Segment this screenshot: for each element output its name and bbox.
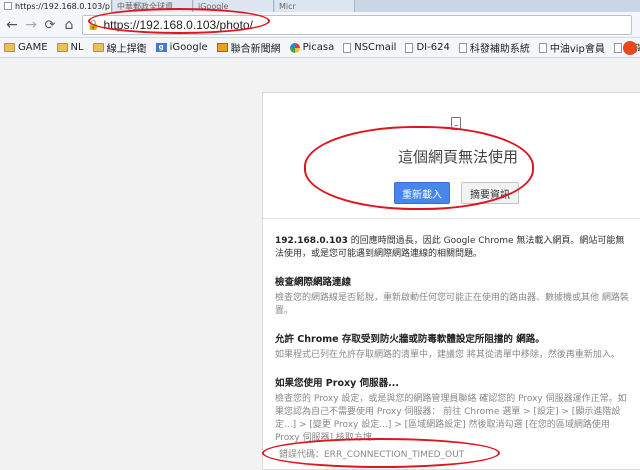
- error-code: 錯誤代碼：ERR_CONNECTION_TIMED_OUT: [279, 450, 465, 460]
- page-icon: [405, 42, 414, 53]
- bookmark-item[interactable]: g iGoogle: [155, 42, 208, 53]
- error-details: 192.168.0.103 的回應時間過長，因此 Google Chrome 無…: [275, 235, 633, 460]
- extension-icon[interactable]: [623, 41, 637, 55]
- bookmark-item[interactable]: NSCmail: [343, 42, 396, 53]
- tab-title: iGoogle: [198, 1, 229, 11]
- error-card: 這個網頁無法使用 重新載入 摘要資訊 192.168.0.103 的回應時間過長…: [262, 92, 640, 470]
- bookmark-item[interactable]: Picasa: [289, 42, 334, 53]
- address-bar[interactable]: 🔒 https://192.168.0.103/photo/: [82, 15, 632, 35]
- page-icon: [458, 42, 467, 53]
- bookmark-item[interactable]: 聯合新聞網: [216, 40, 281, 55]
- picasa-icon: [289, 42, 300, 53]
- page-icon: [343, 42, 352, 53]
- page-icon: [613, 42, 622, 53]
- bookmarks-bar: GAME NL 線上捍衛 g iGoogle 聯合新聞網 Picasa NSCma…: [0, 38, 640, 58]
- folder-icon: [4, 43, 15, 52]
- bookmark-item[interactable]: 線上捍衛: [92, 40, 147, 55]
- back-arrow-icon[interactable]: ←: [4, 16, 20, 34]
- bookmark-item[interactable]: GAME: [4, 42, 48, 53]
- reload-icon[interactable]: ⟳: [42, 16, 58, 34]
- bookmark-item[interactable]: DI-624: [405, 42, 450, 53]
- news-icon: [216, 43, 228, 52]
- browser-toolbar: ← → ⟳ ⌂ 🔒 https://192.168.0.103/photo/: [0, 12, 640, 38]
- tab-background[interactable]: iGoogle: [194, 0, 274, 12]
- page-icon: [538, 42, 547, 53]
- page-favicon-icon: [4, 2, 12, 10]
- tab-strip: https://192.168.0.103/p × 中華郵政全球資 iGoogl…: [0, 0, 640, 12]
- suggestion-text: 如果程式已列在允許存取網路的清單中，建議您 將其從清單中移除，然後再重新加入。: [275, 350, 620, 360]
- bookmark-item[interactable]: 科發補助系統: [458, 40, 530, 55]
- tab-background[interactable]: Micr: [275, 0, 355, 12]
- bookmark-item[interactable]: NL: [56, 42, 84, 53]
- tab-title: 中華郵政全球資: [117, 1, 173, 11]
- error-summary: 192.168.0.103 的回應時間過長，因此 Google Chrome 無…: [275, 236, 625, 259]
- details-button[interactable]: 摘要資訊: [461, 182, 519, 204]
- bookmark-item[interactable]: 中油vip會員: [538, 40, 605, 55]
- error-headline: 這個網頁無法使用: [398, 148, 519, 166]
- google-icon: g: [155, 43, 167, 52]
- broken-page-icon: [451, 117, 461, 130]
- reload-button[interactable]: 重新載入: [394, 182, 450, 204]
- tab-background[interactable]: 中華郵政全球資: [113, 0, 193, 12]
- suggestion-title: 檢查網際網路連線: [275, 277, 352, 288]
- suggestion-text: 檢查您的 Proxy 設定，或是與您的網路管理員聯絡 確認您的 Proxy 伺服…: [275, 394, 627, 443]
- forward-arrow-icon[interactable]: →: [23, 16, 39, 34]
- tab-title: Micr: [279, 1, 296, 11]
- folder-icon: [56, 43, 68, 52]
- folder-icon: [92, 43, 104, 52]
- tab-active[interactable]: https://192.168.0.103/p ×: [0, 0, 112, 12]
- tab-title: https://192.168.0.103/p: [15, 1, 110, 11]
- close-tab-icon[interactable]: ×: [110, 2, 111, 11]
- divider: [263, 218, 640, 219]
- address-url: https://192.168.0.103/photo/: [103, 18, 253, 32]
- home-icon[interactable]: ⌂: [61, 16, 77, 34]
- lock-icon: 🔒: [87, 19, 100, 31]
- suggestion-title: 如果您使用 Proxy 伺服器...: [275, 378, 399, 389]
- suggestion-text: 檢查您的網路線是否鬆脫，重新啟動任何您可能正在使用的路由器、數據機或其他 網路裝…: [275, 293, 629, 316]
- suggestion-title: 允許 Chrome 存取受到防火牆或防毒軟體設定所阻擋的 網路。: [275, 334, 545, 345]
